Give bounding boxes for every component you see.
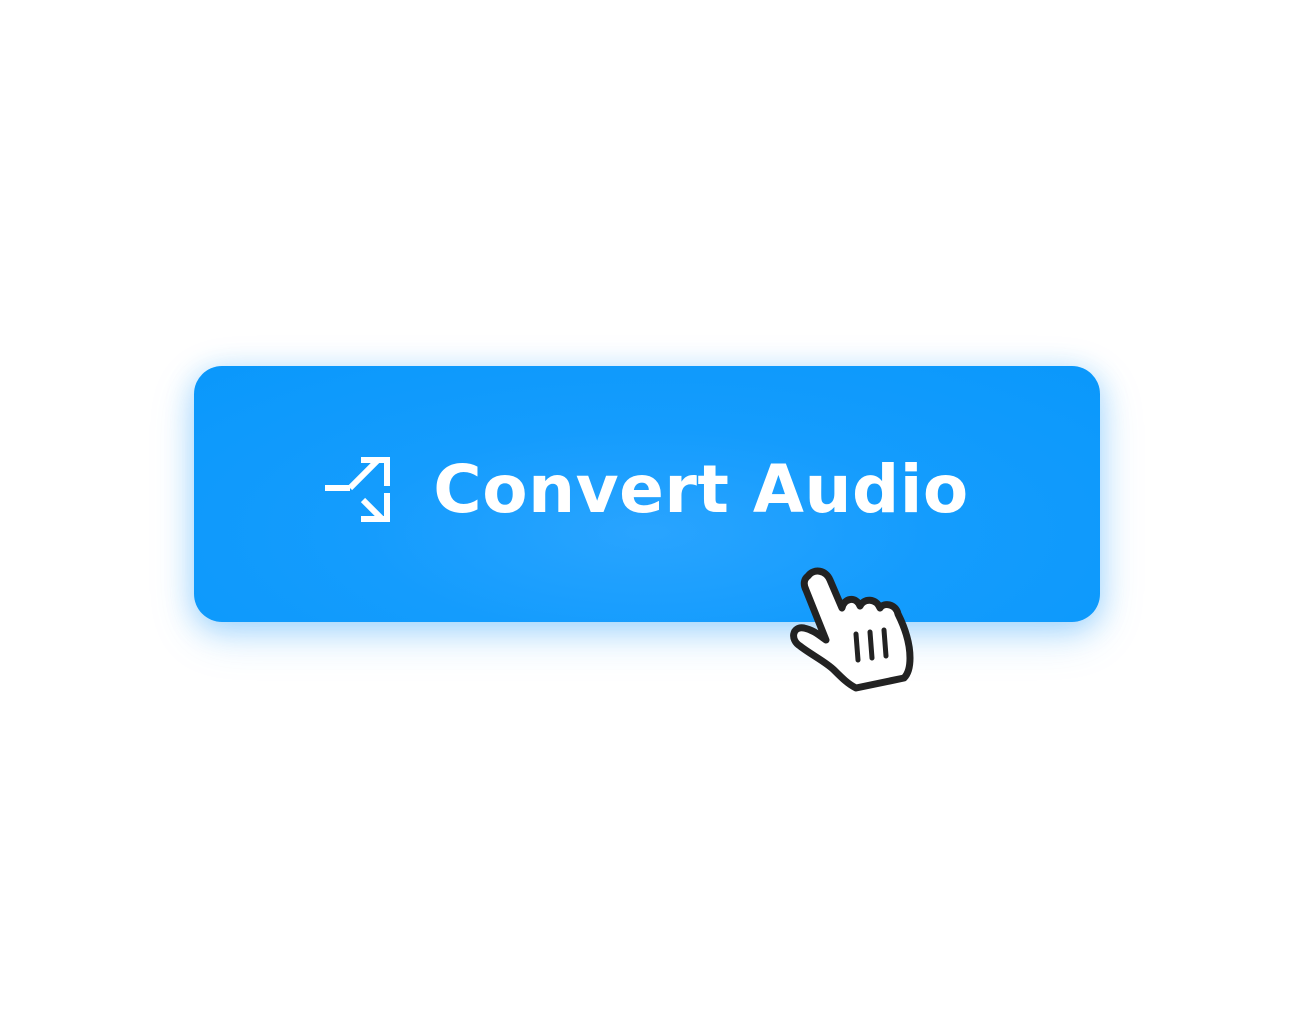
button-content: Convert Audio <box>325 457 968 523</box>
split-arrows-icon <box>325 457 391 523</box>
hand-pointer-cursor-icon <box>786 562 922 696</box>
button-label: Convert Audio <box>433 451 969 528</box>
canvas: Convert Audio <box>0 0 1298 1030</box>
convert-audio-button[interactable]: Convert Audio <box>194 366 1100 622</box>
